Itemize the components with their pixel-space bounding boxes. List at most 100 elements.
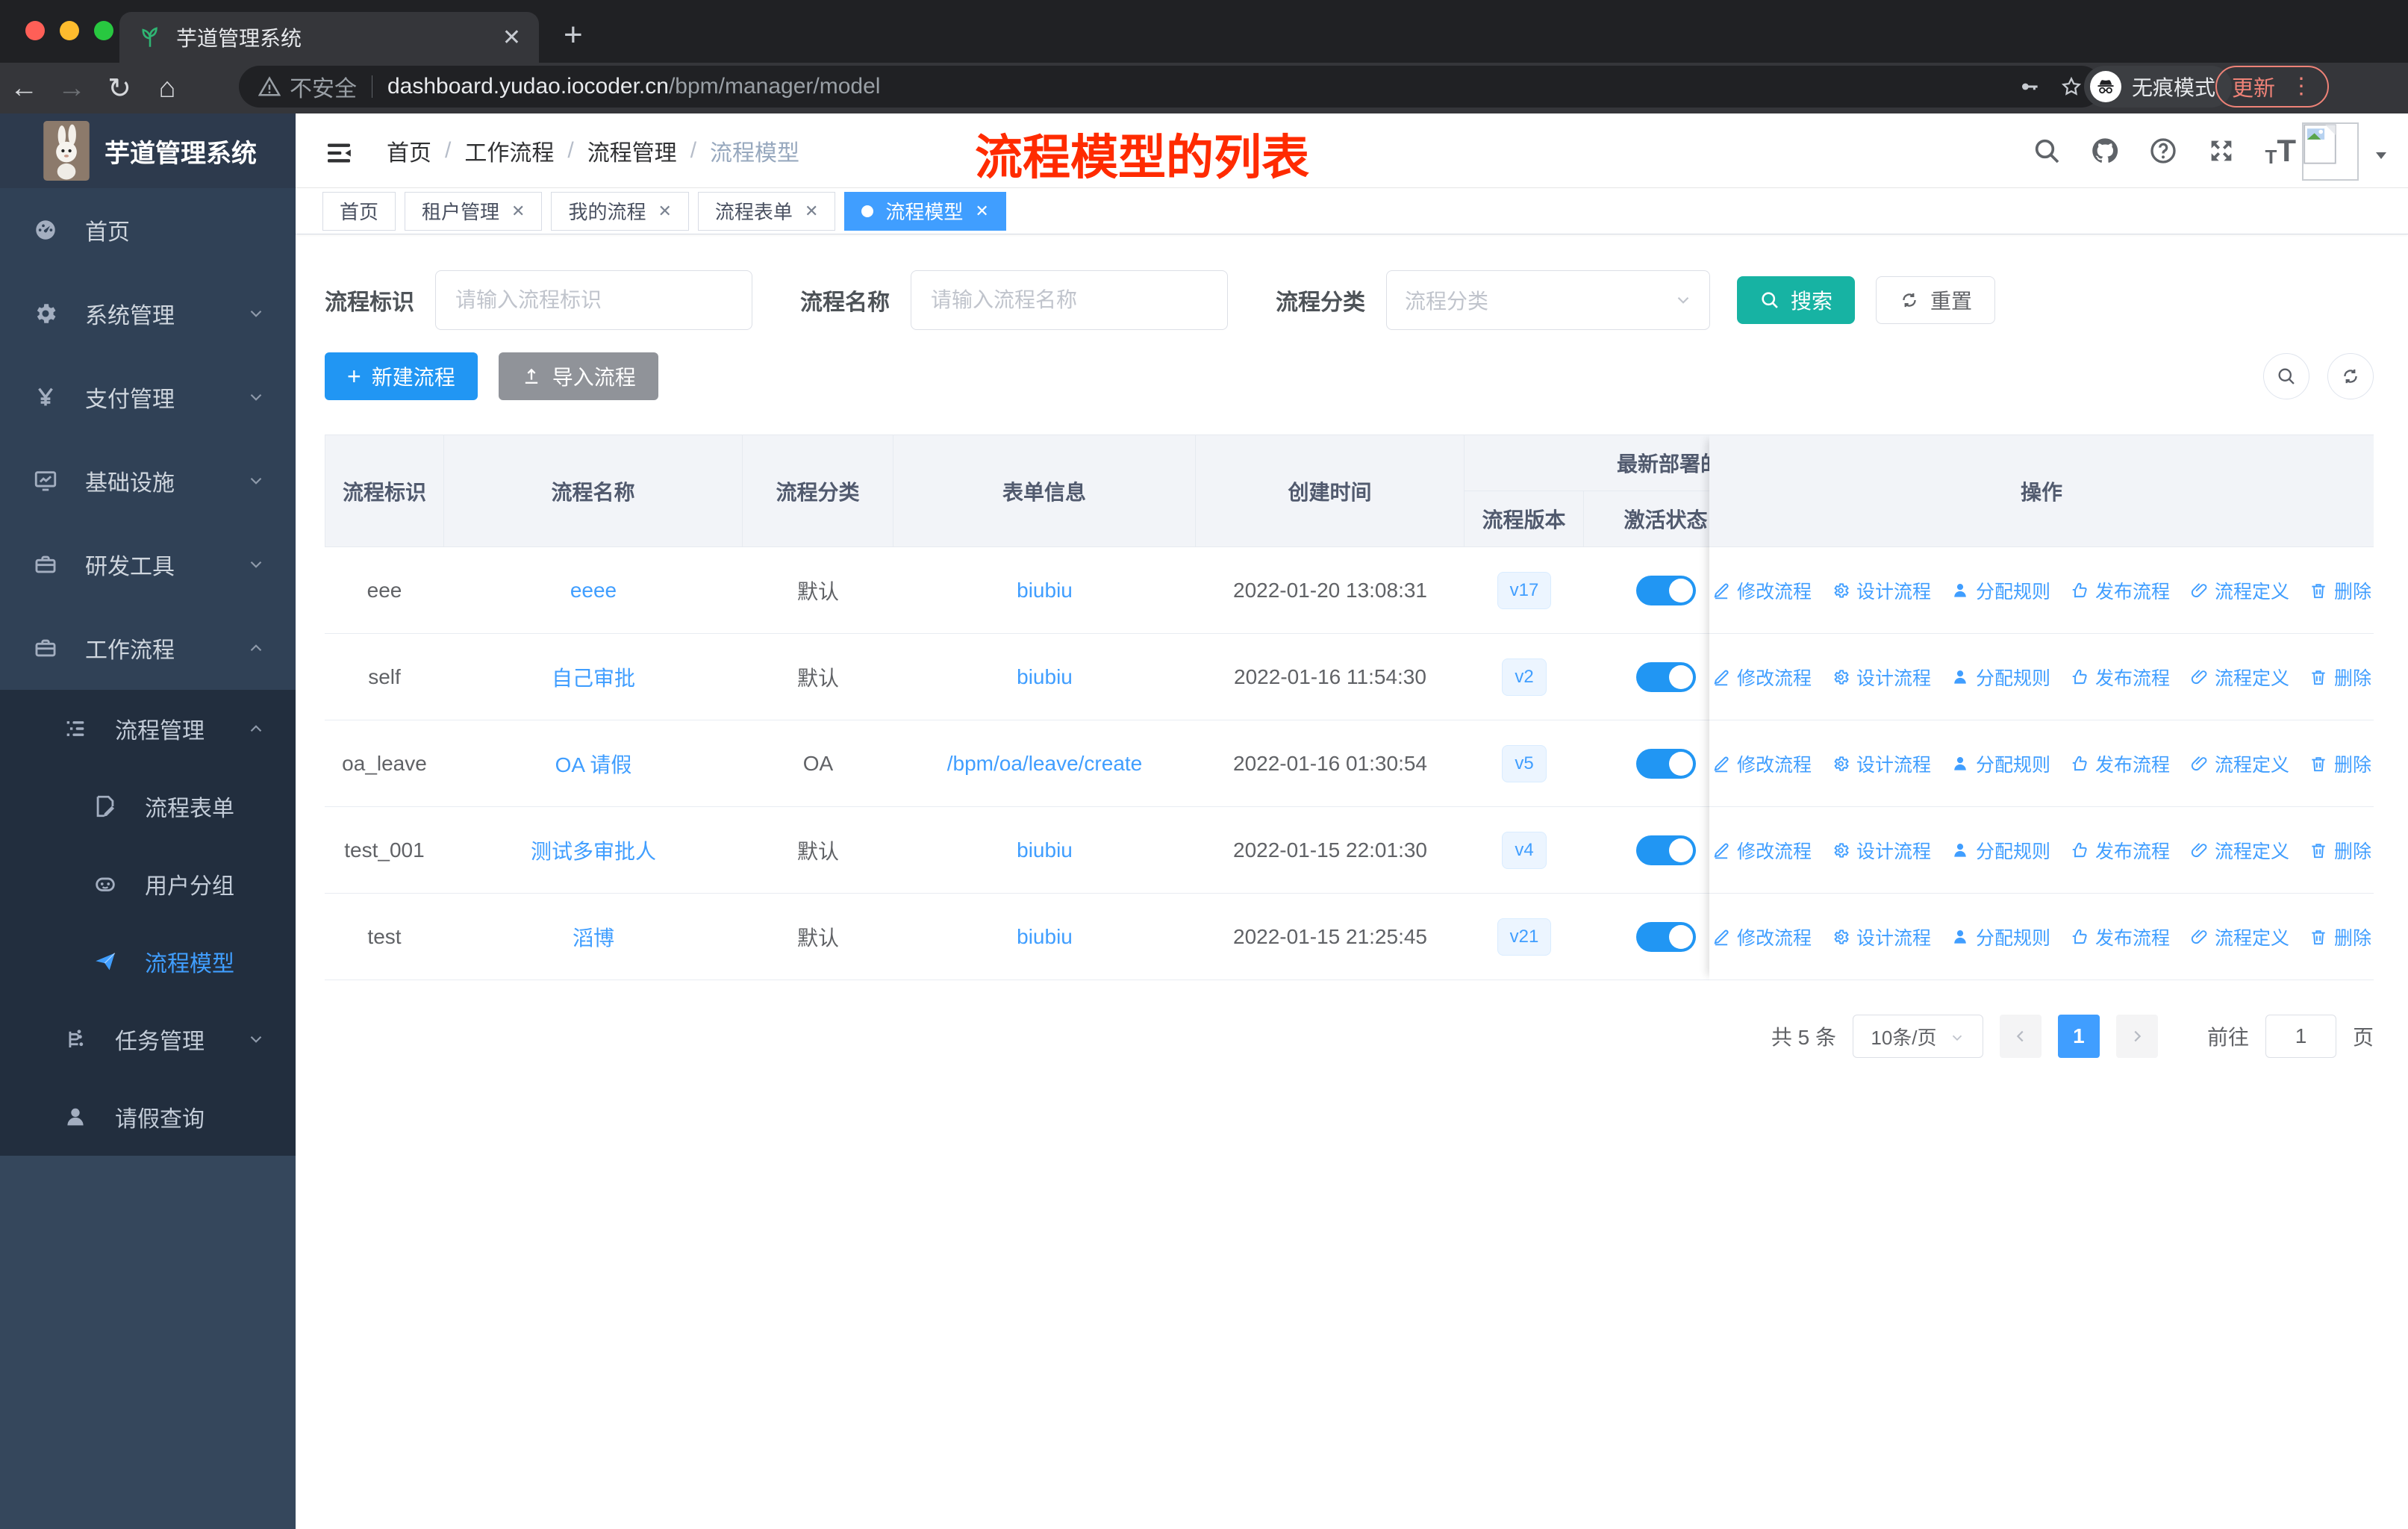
cell-name-link[interactable]: 滔博 <box>444 894 743 980</box>
sidebar-item-流程表单[interactable]: 流程表单 <box>0 767 296 845</box>
active-toggle[interactable] <box>1636 921 1696 952</box>
maximize-window-button[interactable] <box>94 21 113 40</box>
action-分配规则[interactable]: 分配规则 <box>1950 664 2050 691</box>
action-流程定义[interactable]: 流程定义 <box>2189 750 2289 777</box>
toggle-search-button[interactable] <box>2263 353 2309 399</box>
url-bar[interactable]: 不安全 dashboard.yudao.iocoder.cn /bpm/mana… <box>239 66 2102 108</box>
forward-icon[interactable]: → <box>48 72 96 105</box>
action-设计流程[interactable]: 设计流程 <box>1831 750 1931 777</box>
action-流程定义[interactable]: 流程定义 <box>2189 664 2289 691</box>
user-avatar[interactable] <box>2302 122 2359 181</box>
tab-close-icon[interactable]: ✕ <box>502 25 521 51</box>
action-分配规则[interactable]: 分配规则 <box>1950 837 2050 864</box>
password-key-icon[interactable] <box>2018 75 2041 98</box>
action-删除[interactable]: 删除 <box>2309 664 2371 691</box>
page-tag-租户管理[interactable]: 租户管理 ✕ <box>405 191 543 231</box>
sidebar-item-请假查询[interactable]: 请假查询 <box>0 1078 296 1156</box>
action-流程定义[interactable]: 流程定义 <box>2189 577 2289 604</box>
action-设计流程[interactable]: 设计流程 <box>1831 577 1931 604</box>
back-icon[interactable]: ← <box>0 72 48 105</box>
cell-form-link[interactable]: biubiu <box>893 894 1196 980</box>
cell-name-link[interactable]: 自己审批 <box>444 634 743 720</box>
breadcrumb-item[interactable]: 首页 <box>387 134 431 167</box>
help-icon[interactable] <box>2148 136 2178 166</box>
action-分配规则[interactable]: 分配规则 <box>1950 750 2050 777</box>
browser-menu-icon[interactable]: ⋮ <box>2290 75 2312 98</box>
close-tag-icon[interactable]: ✕ <box>975 202 988 221</box>
sidebar-logo[interactable]: 芋道管理系统 <box>0 113 296 188</box>
fullscreen-icon[interactable] <box>2206 136 2236 166</box>
minimize-window-button[interactable] <box>60 21 79 40</box>
user-menu-caret-icon[interactable] <box>2372 146 2390 164</box>
sidebar-item-系统管理[interactable]: 系统管理 <box>0 272 296 355</box>
active-toggle[interactable] <box>1636 661 1696 692</box>
breadcrumb-item[interactable]: 工作流程 <box>464 134 554 167</box>
reload-icon[interactable]: ↻ <box>96 72 143 105</box>
action-分配规则[interactable]: 分配规则 <box>1950 577 2050 604</box>
active-toggle[interactable] <box>1636 748 1696 779</box>
cell-form-link[interactable]: biubiu <box>893 634 1196 720</box>
action-删除[interactable]: 删除 <box>2309 577 2371 604</box>
new-tab-button[interactable]: + <box>564 16 583 54</box>
page-size-select[interactable]: 10条/页 <box>1852 1015 1983 1058</box>
home-icon[interactable]: ⌂ <box>143 72 191 105</box>
search-icon[interactable] <box>2032 136 2062 166</box>
action-发布流程[interactable]: 发布流程 <box>2070 837 2170 864</box>
action-删除[interactable]: 删除 <box>2309 837 2371 864</box>
browser-tab[interactable]: 芋道管理系统 ✕ <box>119 12 539 63</box>
bookmark-star-icon[interactable] <box>2060 75 2083 98</box>
action-删除[interactable]: 删除 <box>2309 750 2371 777</box>
browser-update-button[interactable]: 更新 ⋮ <box>2215 66 2329 108</box>
action-流程定义[interactable]: 流程定义 <box>2189 837 2289 864</box>
github-icon[interactable] <box>2090 136 2120 166</box>
create-process-button[interactable]: + 新建流程 <box>325 352 478 400</box>
sidebar-item-首页[interactable]: 首页 <box>0 188 296 272</box>
font-size-icon[interactable]: TT <box>2265 133 2296 169</box>
sidebar-item-用户分组[interactable]: 用户分组 <box>0 845 296 923</box>
action-发布流程[interactable]: 发布流程 <box>2070 924 2170 950</box>
window-controls[interactable] <box>25 21 113 40</box>
sidebar-item-基础设施[interactable]: 基础设施 <box>0 439 296 523</box>
reset-button[interactable]: 重置 <box>1876 276 1996 324</box>
cell-name-link[interactable]: 测试多审批人 <box>444 807 743 893</box>
sidebar-item-工作流程[interactable]: 工作流程 <box>0 606 296 690</box>
action-发布流程[interactable]: 发布流程 <box>2070 664 2170 691</box>
close-tag-icon[interactable]: ✕ <box>805 202 818 221</box>
action-修改流程[interactable]: 修改流程 <box>1712 837 1812 864</box>
sidebar-item-任务管理[interactable]: 任务管理 <box>0 1000 296 1078</box>
sidebar-item-支付管理[interactable]: 支付管理 <box>0 355 296 439</box>
filter-category-select[interactable]: 流程分类 <box>1386 270 1710 330</box>
action-设计流程[interactable]: 设计流程 <box>1831 664 1931 691</box>
close-tag-icon[interactable]: ✕ <box>658 202 671 221</box>
page-tag-首页[interactable]: 首页 <box>322 191 396 231</box>
action-修改流程[interactable]: 修改流程 <box>1712 577 1812 604</box>
cell-form-link[interactable]: /bpm/oa/leave/create <box>893 720 1196 806</box>
filter-id-input[interactable] <box>435 270 752 330</box>
page-tag-流程模型[interactable]: 流程模型 ✕ <box>844 191 1006 231</box>
action-修改流程[interactable]: 修改流程 <box>1712 664 1812 691</box>
cell-form-link[interactable]: biubiu <box>893 807 1196 893</box>
sidebar-item-研发工具[interactable]: 研发工具 <box>0 523 296 606</box>
refresh-table-button[interactable] <box>2327 353 2374 399</box>
current-page-button[interactable]: 1 <box>2057 1015 2100 1058</box>
action-修改流程[interactable]: 修改流程 <box>1712 924 1812 950</box>
action-设计流程[interactable]: 设计流程 <box>1831 924 1931 950</box>
action-发布流程[interactable]: 发布流程 <box>2070 577 2170 604</box>
sidebar-item-流程管理[interactable]: 流程管理 <box>0 690 296 767</box>
breadcrumb-item[interactable]: 流程管理 <box>587 134 677 167</box>
cell-name-link[interactable]: OA 请假 <box>444 720 743 806</box>
active-toggle[interactable] <box>1636 835 1696 865</box>
active-toggle[interactable] <box>1636 575 1696 605</box>
close-window-button[interactable] <box>25 21 45 40</box>
page-tag-我的流程[interactable]: 我的流程 ✕ <box>551 191 689 231</box>
action-分配规则[interactable]: 分配规则 <box>1950 924 2050 950</box>
action-流程定义[interactable]: 流程定义 <box>2189 924 2289 950</box>
cell-name-link[interactable]: eeee <box>444 547 743 633</box>
page-tag-流程表单[interactable]: 流程表单 ✕ <box>697 191 836 231</box>
filter-name-input[interactable] <box>911 270 1228 330</box>
sidebar-item-流程模型[interactable]: 流程模型 <box>0 923 296 1000</box>
cell-form-link[interactable]: biubiu <box>893 547 1196 633</box>
action-发布流程[interactable]: 发布流程 <box>2070 750 2170 777</box>
action-设计流程[interactable]: 设计流程 <box>1831 837 1931 864</box>
next-page-button[interactable] <box>2115 1015 2158 1058</box>
